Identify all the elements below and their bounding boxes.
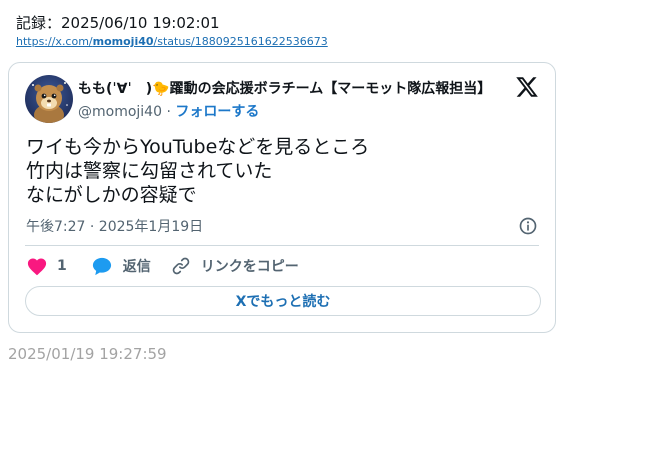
like-button[interactable]: 1: [26, 256, 91, 276]
url-prefix: https://x.com/: [16, 35, 93, 48]
info-icon[interactable]: [518, 216, 538, 236]
tweet-timestamp[interactable]: 午後7:27 · 2025年1月19日: [26, 216, 203, 236]
marmot-avatar-image: [25, 75, 73, 123]
copy-link-button[interactable]: リンクをコピー: [171, 256, 299, 276]
speech-bubble-icon: [92, 257, 111, 276]
tweet-text-line: なにがしかの容疑で: [26, 184, 197, 206]
action-bar: 1 返信 リンクをコピー: [26, 255, 299, 277]
display-name[interactable]: もも(ˈ∀ˈ )🐤躍動の会応援ボラチーム【マーモット隊広報担当】: [78, 78, 508, 98]
link-icon: [172, 257, 190, 275]
tweet-text-line: 竹内は警察に勾留されていた: [26, 160, 273, 182]
handle-row: @momoji40 · フォローする: [78, 101, 259, 121]
url-user: momoji40: [92, 35, 154, 48]
tweet-text: ワイも今からYouTubeなどを見るところ 竹内は警察に勾留されていた なにがし…: [26, 135, 369, 207]
record-timestamp: 記録：2025/06/10 19:02:01: [16, 14, 220, 32]
heart-icon: [27, 258, 47, 276]
copy-link-label: リンクをコピー: [200, 259, 299, 275]
reply-button[interactable]: 返信: [91, 256, 171, 276]
follow-button[interactable]: フォローする: [175, 104, 259, 120]
read-more-button[interactable]: Xでもっと読む: [25, 286, 541, 316]
reply-label: 返信: [122, 259, 151, 275]
embedded-tweet-card: もも(ˈ∀ˈ )🐤躍動の会応援ボラチーム【マーモット隊広報担当】 @momoji…: [8, 62, 556, 333]
user-handle[interactable]: @momoji40: [78, 104, 162, 120]
x-logo-icon[interactable]: [515, 75, 539, 99]
like-count: 1: [57, 258, 67, 274]
url-suffix: /status/1880925161622536673: [153, 35, 328, 48]
separator: ·: [162, 104, 176, 120]
avatar[interactable]: [25, 75, 73, 123]
tweet-url-link[interactable]: https://x.com/momoji40/status/1880925161…: [16, 35, 328, 48]
post-date: 2025/01/19 19:27:59: [8, 345, 167, 363]
divider: [25, 245, 539, 246]
tweet-text-line: ワイも今からYouTubeなどを見るところ: [26, 136, 370, 158]
